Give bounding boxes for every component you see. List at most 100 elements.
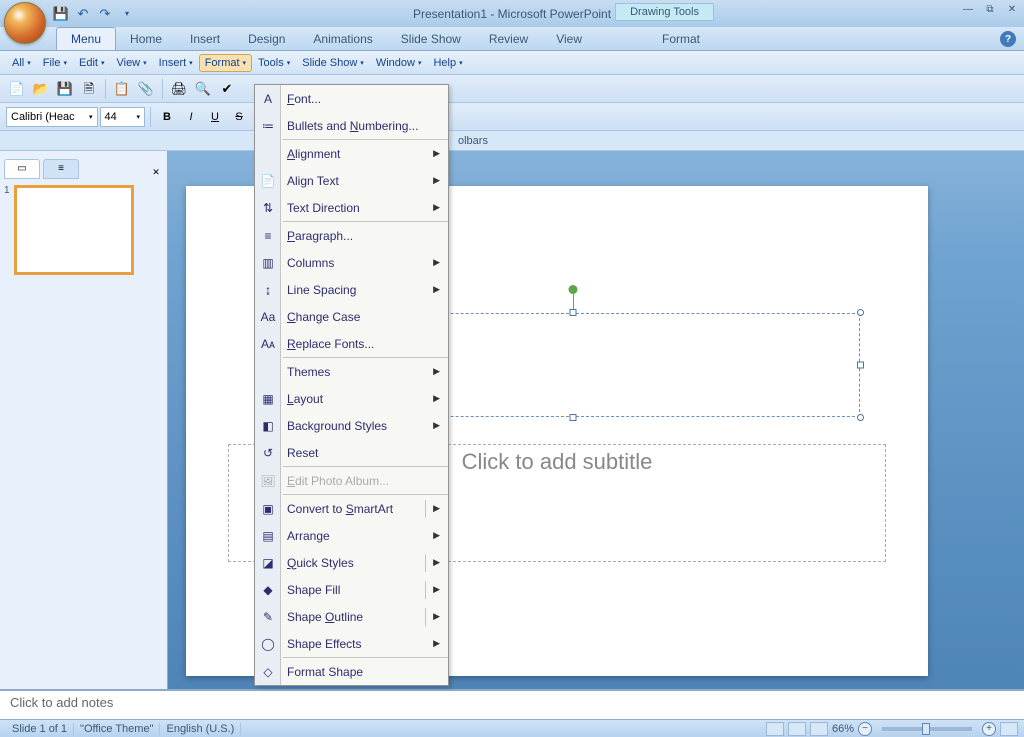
undo-icon[interactable]: ↶ [74, 5, 92, 23]
format-menu-item[interactable]: ✎Shape Outline▶ [255, 603, 448, 630]
submenu-arrow-icon: ▶ [433, 284, 440, 295]
outline-tab[interactable]: ≡ [43, 159, 79, 179]
qat-more-icon[interactable]: ▾ [118, 5, 136, 23]
format-menu-item[interactable]: ▥Columns▶ [255, 249, 448, 276]
menu-view[interactable]: View▾ [110, 54, 152, 72]
redo-icon[interactable]: ↷ [96, 5, 114, 23]
save-icon[interactable]: 💾 [54, 78, 76, 100]
slides-tab[interactable]: ▭ [4, 159, 40, 179]
menu-slideshow[interactable]: Slide Show▾ [296, 54, 370, 72]
font-name-combo[interactable]: Calibri (Heac▾ [6, 107, 98, 127]
saveas-icon[interactable]: 🗎 [78, 78, 100, 100]
quick-access-toolbar: 💾 ↶ ↷ ▾ [52, 5, 136, 23]
toolbar-options-strip: olbars [0, 131, 1024, 151]
submenu-arrow-icon: ▶ [433, 557, 440, 568]
submenu-arrow-icon: ▶ [433, 202, 440, 213]
toolbar-standard: 📄 📂 💾 🗎 📋 📎 🖨 🔍 ✔ [0, 75, 1024, 103]
submenu-arrow-icon: ▶ [433, 366, 440, 377]
format-menu-item[interactable]: ◆Shape Fill▶ [255, 576, 448, 603]
zoom-out-button[interactable]: − [858, 722, 872, 736]
underline-button[interactable]: U [204, 106, 226, 128]
format-menu-item[interactable]: Alignment▶ [255, 140, 448, 167]
submenu-arrow-icon: ▶ [433, 420, 440, 431]
ribbon-tab-insert[interactable]: Insert [176, 28, 234, 50]
classic-menubar: All▾ File▾ Edit▾ View▾ Insert▾ Format▾ T… [0, 51, 1024, 75]
format-menu-item[interactable]: ↨Line Spacing▶ [255, 276, 448, 303]
restore-button[interactable]: ⧉ [982, 2, 998, 16]
format-menu-item[interactable]: ▣Convert to SmartArt▶ [255, 495, 448, 522]
format-menu-item[interactable]: ≔Bullets and Numbering... [255, 112, 448, 139]
spelling-icon[interactable]: ✔ [216, 78, 238, 100]
ribbon-tab-format[interactable]: Format [648, 28, 714, 50]
format-menu-item[interactable]: AᴀReplace Fonts... [255, 330, 448, 357]
close-button[interactable]: ✕ [1004, 2, 1020, 16]
format-menu-item[interactable]: ≡Paragraph... [255, 222, 448, 249]
status-language[interactable]: English (U.S.) [160, 723, 241, 735]
format-menu-item[interactable]: ↺Reset [255, 439, 448, 466]
format-menu-item[interactable]: ⇅Text Direction▶ [255, 194, 448, 221]
ribbon-tab-design[interactable]: Design [234, 28, 299, 50]
strikethrough-button[interactable]: S [228, 106, 250, 128]
help-icon[interactable]: ? [1000, 31, 1016, 47]
slides-panel: ▭ ≡ ✕ 1 [0, 151, 168, 689]
sorter-view-button[interactable] [788, 722, 806, 736]
submenu-arrow-icon: ▶ [433, 530, 440, 541]
save-icon[interactable]: 💾 [52, 5, 70, 23]
slide-thumbnail[interactable] [14, 185, 134, 275]
menu-edit[interactable]: Edit▾ [73, 54, 110, 72]
menu-tools[interactable]: Tools▾ [252, 54, 296, 72]
slide-number: 1 [4, 185, 10, 275]
format-menu-item[interactable]: ▦Layout▶ [255, 385, 448, 412]
minimize-button[interactable]: — [960, 2, 976, 16]
format-menu-item[interactable]: Themes▶ [255, 358, 448, 385]
format-menu-item[interactable]: ◪Quick Styles▶ [255, 549, 448, 576]
menu-help[interactable]: Help▾ [427, 54, 468, 72]
submenu-arrow-icon: ▶ [433, 393, 440, 404]
normal-view-button[interactable] [766, 722, 784, 736]
submenu-arrow-icon: ▶ [433, 148, 440, 159]
ribbon-tab-review[interactable]: Review [475, 28, 542, 50]
format-menu-item[interactable]: ▤Arrange▶ [255, 522, 448, 549]
bold-button[interactable]: B [156, 106, 178, 128]
ribbon-tabs: Menu Home Insert Design Animations Slide… [0, 27, 1024, 51]
fit-window-button[interactable] [1000, 722, 1018, 736]
attach-icon[interactable]: 📎 [135, 78, 157, 100]
ribbon-tab-home[interactable]: Home [116, 28, 176, 50]
paste-icon[interactable]: 📋 [111, 78, 133, 100]
print-icon[interactable]: 🖨 [168, 78, 190, 100]
slideshow-view-button[interactable] [810, 722, 828, 736]
new-icon[interactable]: 📄 [6, 78, 28, 100]
panel-close-icon[interactable]: ✕ [149, 165, 163, 179]
zoom-label: 66% [832, 723, 854, 735]
font-size-combo[interactable]: 44▾ [100, 107, 146, 127]
status-theme: "Office Theme" [74, 723, 160, 735]
format-menu-item[interactable]: AaChange Case [255, 303, 448, 330]
italic-button[interactable]: I [180, 106, 202, 128]
submenu-arrow-icon: ▶ [433, 175, 440, 186]
print-preview-icon[interactable]: 🔍 [192, 78, 214, 100]
zoom-slider[interactable] [882, 727, 972, 731]
menu-window[interactable]: Window▾ [370, 54, 428, 72]
office-button[interactable] [4, 2, 46, 44]
submenu-arrow-icon: ▶ [433, 503, 440, 514]
format-menu-item[interactable]: ◇Format Shape [255, 658, 448, 685]
ribbon-tab-slideshow[interactable]: Slide Show [387, 28, 475, 50]
open-icon[interactable]: 📂 [30, 78, 52, 100]
format-menu-item[interactable]: ◯Shape Effects▶ [255, 630, 448, 657]
ribbon-tab-view[interactable]: View [542, 28, 596, 50]
zoom-in-button[interactable]: + [982, 722, 996, 736]
submenu-arrow-icon: ▶ [433, 584, 440, 595]
ribbon-tab-animations[interactable]: Animations [299, 28, 386, 50]
titlebar: 💾 ↶ ↷ ▾ Presentation1 - Microsoft PowerP… [0, 0, 1024, 27]
menu-file[interactable]: File▾ [37, 54, 73, 72]
ribbon-tab-menu[interactable]: Menu [56, 27, 116, 50]
menu-insert[interactable]: Insert▾ [153, 54, 199, 72]
window-title: Presentation1 - Microsoft PowerPoint [413, 7, 611, 21]
menu-format[interactable]: Format▾ [199, 54, 252, 72]
menu-all[interactable]: All▾ [6, 54, 37, 72]
format-menu-item[interactable]: 📄Align Text▶ [255, 167, 448, 194]
format-menu-item: 🖼Edit Photo Album... [255, 467, 448, 494]
format-menu-item[interactable]: ◧Background Styles▶ [255, 412, 448, 439]
notes-pane[interactable]: Click to add notes [0, 689, 1024, 719]
format-menu-item[interactable]: AFont... [255, 85, 448, 112]
